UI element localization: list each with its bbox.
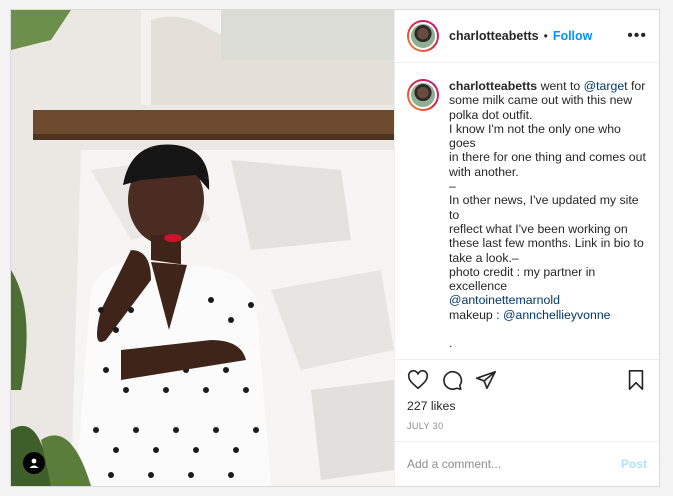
post-header: charlotteabetts • Follow •••: [395, 10, 659, 63]
username[interactable]: charlotteabetts: [449, 29, 539, 43]
caption-avatar[interactable]: [407, 79, 439, 111]
heart-icon[interactable]: [407, 369, 429, 391]
follow-button[interactable]: Follow: [553, 29, 593, 43]
post-card: charlotteabetts • Follow ••• charlotteab…: [10, 9, 660, 487]
caption-part-3: makeup :: [449, 307, 500, 322]
avatar[interactable]: [407, 20, 439, 52]
separator-dot: •: [543, 29, 548, 43]
caption-username[interactable]: charlotteabetts: [449, 79, 537, 93]
caption-part-1: went to: [537, 79, 584, 93]
mention-photographer[interactable]: @antoinettemarnold: [449, 293, 560, 307]
caption-part-4: . . . .: [449, 336, 453, 359]
more-options-icon[interactable]: •••: [627, 27, 647, 45]
share-icon[interactable]: [475, 369, 497, 391]
mention-makeup[interactable]: @annchellieyvonne: [503, 308, 611, 322]
action-bar: [395, 359, 659, 399]
caption-part-2: for some milk came out with this new pol…: [449, 79, 646, 294]
caption-area: charlotteabetts went to @target for some…: [395, 63, 659, 359]
post-side-panel: charlotteabetts • Follow ••• charlotteab…: [395, 10, 659, 486]
mention-target[interactable]: @target: [584, 79, 628, 93]
caption-text: charlotteabetts went to @target for some…: [449, 79, 647, 359]
post-comment-button[interactable]: Post: [621, 457, 647, 471]
post-photo-art: [11, 10, 394, 486]
comment-bar: Add a comment... Post: [395, 441, 659, 486]
likes-count[interactable]: 227 likes: [395, 399, 659, 417]
comment-icon[interactable]: [441, 369, 463, 391]
comment-input[interactable]: Add a comment...: [407, 457, 621, 471]
bookmark-icon[interactable]: [625, 369, 647, 391]
user-tag-icon[interactable]: [23, 452, 45, 474]
post-photo[interactable]: [11, 10, 395, 486]
post-date: JULY 30: [407, 421, 444, 431]
